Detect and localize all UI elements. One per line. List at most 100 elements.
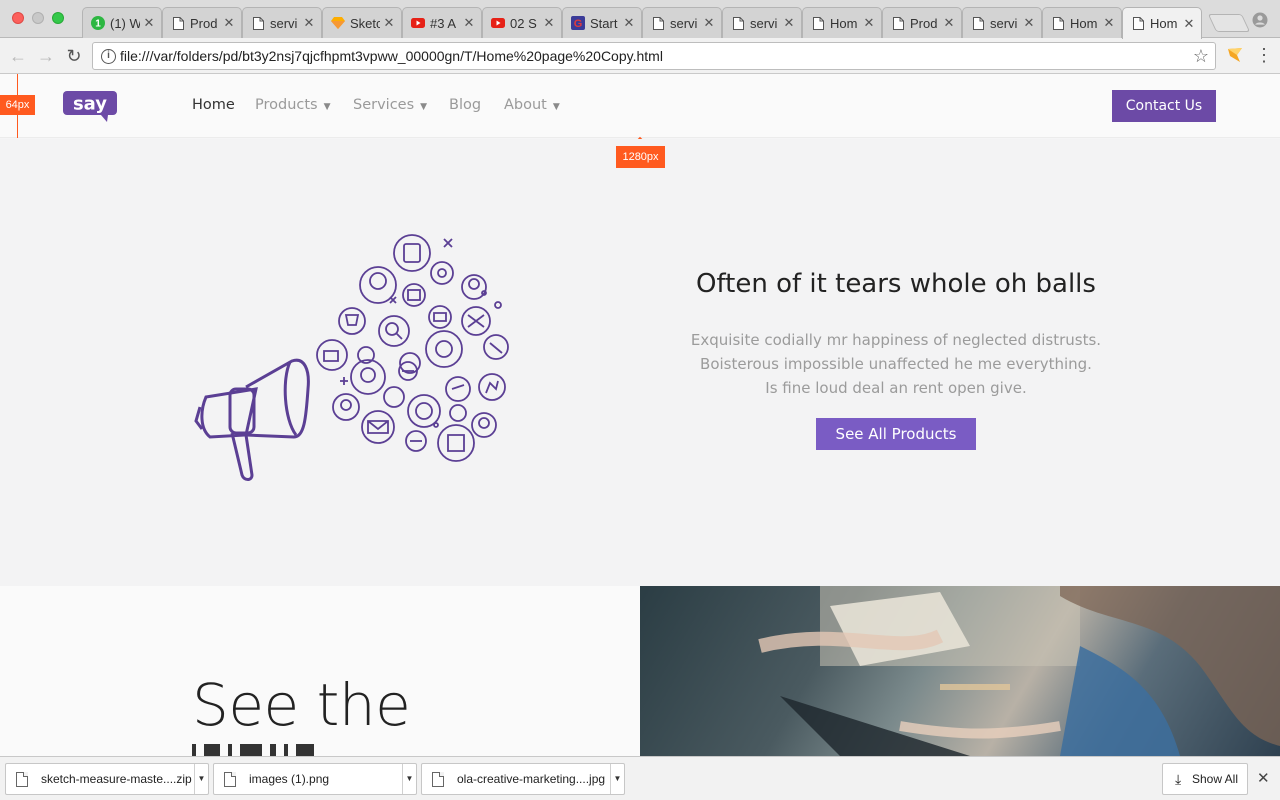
forward-button[interactable]: → [36, 46, 56, 66]
logo-text: say [73, 94, 107, 115]
download-item[interactable]: sketch-measure-maste....zip ▼ [5, 763, 209, 795]
browser-tab[interactable]: Hom ✕ [802, 7, 882, 38]
close-icon[interactable]: ✕ [543, 16, 555, 29]
contact-us-button[interactable]: Contact Us [1112, 90, 1216, 122]
download-options-icon[interactable]: ▼ [402, 764, 416, 794]
browser-tab[interactable]: Prod ✕ [162, 7, 242, 38]
zip-file-icon [16, 772, 28, 787]
green-badge-icon: 1 [91, 16, 105, 30]
browser-tab[interactable]: 02 S ✕ [482, 7, 562, 38]
browser-tab[interactable]: G Start ✕ [562, 7, 642, 38]
svg-text:G: G [574, 18, 583, 30]
download-name: ola-creative-marketing....jpg [457, 772, 606, 786]
page-icon [651, 16, 665, 30]
bookmark-star-icon[interactable]: ☆ [1193, 46, 1209, 67]
hero-section: Often of it tears whole oh balls Exquisi… [0, 139, 1280, 586]
g-logo-icon: G [571, 16, 585, 30]
browser-tab[interactable]: Hom ✕ [1042, 7, 1122, 38]
address-url: file:///var/folders/pd/bt3y2nsj7qjcfhpmt… [120, 48, 663, 64]
browser-toolbar: ← → ↻ i file:///var/folders/pd/bt3y2nsj7… [0, 38, 1280, 74]
maximize-window-button[interactable] [52, 12, 64, 24]
browser-tab[interactable]: #3 A ✕ [402, 7, 482, 38]
browser-tab[interactable]: 1 (1) W ✕ [82, 7, 162, 38]
say-logo[interactable]: say [63, 91, 119, 123]
close-icon[interactable]: ✕ [623, 16, 635, 29]
close-icon[interactable]: ✕ [863, 16, 875, 29]
close-icon[interactable]: ✕ [1183, 17, 1195, 30]
page-icon [971, 16, 985, 30]
browser-tab-title: Hom [1070, 15, 1098, 31]
browser-tab-title: Prod [190, 15, 218, 31]
show-all-label: Show All [1191, 772, 1238, 786]
profile-icon[interactable] [1252, 12, 1268, 28]
megaphone-icon [194, 358, 310, 481]
browser-tab[interactable]: Sketc ✕ [322, 7, 402, 38]
browser-tab[interactable]: Hom ✕ [1122, 7, 1202, 39]
close-icon[interactable]: ✕ [703, 16, 715, 29]
browser-tab-title: Start [590, 15, 618, 31]
browser-tab[interactable]: servi ✕ [242, 7, 322, 38]
tab-strip: 1 (1) W ✕ Prod ✕ servi ✕ Sketc ✕ #3 A ✕ 02 S ✕ G Start… [0, 0, 1280, 39]
close-downloads-icon[interactable]: ✕ [1257, 769, 1270, 787]
page-viewport: say Home Products ▼ Services ▼ Blog About ▼… [0, 74, 1280, 756]
youtube-icon [411, 16, 425, 30]
nav-blog-label: Blog [449, 97, 482, 113]
nav-services[interactable]: Services ▼ [353, 97, 427, 113]
close-icon[interactable]: ✕ [463, 16, 475, 29]
feature-section: See the [0, 586, 1280, 756]
close-icon[interactable]: ✕ [303, 16, 315, 29]
browser-tab[interactable]: Prod ✕ [882, 7, 962, 38]
feature-title-cutoff [192, 744, 432, 756]
chevron-down-icon: ▼ [323, 102, 331, 112]
page-icon [1131, 17, 1145, 31]
nav-products[interactable]: Products ▼ [255, 97, 331, 113]
hero-text-line-3: Is fine loud deal an rent open give. [765, 379, 1027, 397]
browser-tab[interactable]: servi ✕ [962, 7, 1042, 38]
download-item[interactable]: ola-creative-marketing....jpg ▼ [421, 763, 625, 795]
browser-tab[interactable]: servi ✕ [642, 7, 722, 38]
close-icon[interactable]: ✕ [783, 16, 795, 29]
browser-tab[interactable]: servi ✕ [722, 7, 802, 38]
nav-about-label: About [504, 97, 547, 113]
show-all-downloads-button[interactable]: ⤓ Show All [1162, 763, 1248, 795]
address-bar[interactable]: i file:///var/folders/pd/bt3y2nsj7qjcfhp… [92, 42, 1216, 70]
info-icon[interactable]: i [101, 49, 116, 64]
social-icons-cluster [316, 234, 509, 462]
download-name: sketch-measure-maste....zip [41, 772, 192, 786]
minimize-window-button[interactable] [32, 12, 44, 24]
page-icon [811, 16, 825, 30]
see-all-products-button[interactable]: See All Products [816, 418, 976, 450]
nav-products-label: Products [255, 97, 318, 113]
close-icon[interactable]: ✕ [383, 16, 395, 29]
new-tab-button[interactable] [1207, 14, 1251, 32]
close-icon[interactable]: ✕ [223, 16, 235, 29]
width-measure-label: 1280px [616, 146, 665, 168]
back-button[interactable]: ← [8, 46, 28, 66]
hero-title: Often of it tears whole oh balls [696, 269, 1096, 299]
extension-icon[interactable] [1226, 46, 1244, 64]
nav-blog[interactable]: Blog [449, 97, 481, 113]
download-options-icon[interactable]: ▼ [194, 764, 208, 794]
close-window-button[interactable] [12, 12, 24, 24]
browser-menu-icon[interactable]: ⋮ [1255, 45, 1273, 65]
downloads-bar: sketch-measure-maste....zip ▼ images (1)… [0, 756, 1280, 800]
megaphone-illustration [194, 234, 509, 481]
nav-home[interactable]: Home [192, 97, 235, 113]
reload-button[interactable]: ↻ [64, 46, 84, 66]
browser-tab-title: (1) W [110, 15, 140, 31]
youtube-icon [491, 16, 505, 30]
nav-about[interactable]: About ▼ [504, 97, 560, 113]
browser-tab-title: Prod [910, 15, 938, 31]
download-name: images (1).png [249, 772, 330, 786]
browser-tab-title: servi [990, 15, 1018, 31]
download-options-icon[interactable]: ▼ [610, 764, 624, 794]
page-icon [171, 16, 185, 30]
close-icon[interactable]: ✕ [943, 16, 955, 29]
page-icon [1051, 16, 1065, 30]
close-icon[interactable]: ✕ [1023, 16, 1035, 29]
browser-chrome: 1 (1) W ✕ Prod ✕ servi ✕ Sketc ✕ #3 A ✕ 02 S ✕ G Start… [0, 0, 1280, 74]
download-item[interactable]: images (1).png ▼ [213, 763, 417, 795]
close-icon[interactable]: ✕ [143, 16, 155, 29]
close-icon[interactable]: ✕ [1103, 16, 1115, 29]
browser-tab-title: 02 S [510, 15, 537, 31]
